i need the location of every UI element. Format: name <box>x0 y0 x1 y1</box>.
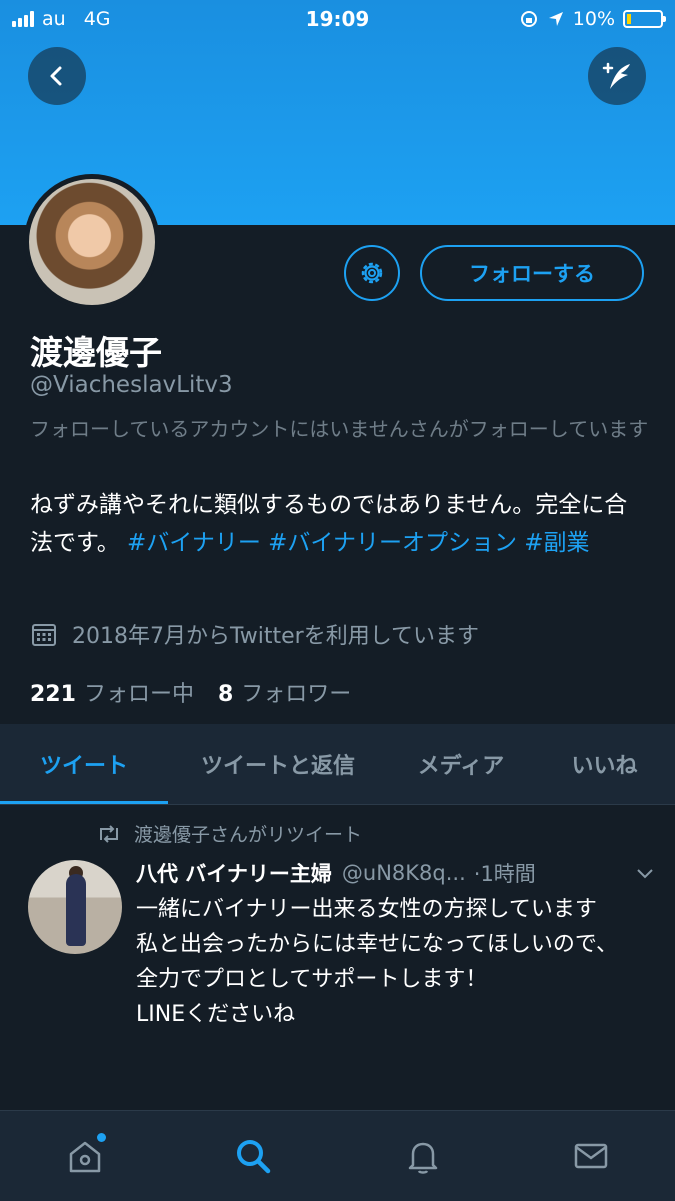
status-bar: au 4G 19:09 10% <box>0 0 675 38</box>
tab-tweets-and-replies[interactable]: ツイートと返信 <box>168 724 388 804</box>
screen-rotation-lock-icon <box>520 11 537 27</box>
following-label: フォロー中 <box>83 682 194 707</box>
mail-icon <box>574 1143 608 1169</box>
follow-button[interactable]: フォローする <box>420 245 644 301</box>
tweet-author-avatar[interactable] <box>28 860 122 954</box>
back-button[interactable] <box>28 47 86 105</box>
nav-messages[interactable] <box>566 1131 616 1181</box>
nav-home[interactable] <box>60 1131 110 1181</box>
followers-stat[interactable]: 8 フォロワー <box>218 676 351 708</box>
active-tab-indicator <box>0 801 168 804</box>
chevron-left-icon <box>50 66 62 86</box>
following-count: 221 <box>30 682 76 707</box>
calendar-icon <box>32 624 56 646</box>
tab-tweets[interactable]: ツイート <box>0 724 168 804</box>
location-arrow-icon <box>548 12 563 26</box>
profile-avatar[interactable] <box>24 174 160 310</box>
battery-percent: 10% <box>572 8 615 30</box>
followers-count: 8 <box>217 682 234 707</box>
tweet-author-name[interactable]: 八代 バイナリー主婦 <box>136 858 332 888</box>
join-date: 2018年7月からTwitterを利用しています <box>30 618 479 650</box>
retweet-icon <box>100 824 118 843</box>
tab-likes[interactable]: いいね <box>534 724 675 804</box>
followers-label: フォロワー <box>241 682 352 707</box>
follow-context: フォローしているアカウントにはいませんさんがフォローしています <box>30 417 649 441</box>
profile-bio: ねずみ講やそれに類似するものではありません。完全に合法です。 #バイナリー #バ… <box>30 486 650 562</box>
bell-icon <box>408 1142 438 1174</box>
compose-feather-icon <box>602 62 630 89</box>
nav-notifications[interactable] <box>398 1131 448 1181</box>
compose-button[interactable] <box>588 47 646 105</box>
tweet-timestamp: ·1時間 <box>473 862 536 886</box>
display-name: 渡邊優子 <box>30 333 162 372</box>
search-icon <box>237 1140 271 1174</box>
battery-icon <box>623 10 666 28</box>
tweet-text: 一緒にバイナリー出来る女性の方探しています 私と出会ったからには幸せになってほし… <box>136 897 619 1027</box>
retweet-context: 渡邊優子さんがリツイート <box>96 820 362 847</box>
home-icon <box>69 1141 101 1173</box>
hashtag-link[interactable]: #副業 <box>524 530 589 556</box>
hashtag-link[interactable]: #バイナリーオプション <box>268 530 517 556</box>
retweet-context-text: 渡邊優子さんがリツイート <box>134 824 363 846</box>
user-handle: @ViacheslavLitv3 <box>30 372 233 398</box>
follow-stats: 221 フォロー中 8 フォロワー <box>30 676 351 708</box>
profile-tabs: ツイート ツイートと返信 メディア いいね <box>0 724 675 805</box>
bottom-navigation <box>0 1110 675 1201</box>
settings-button[interactable] <box>344 245 400 301</box>
tweet-header: 八代 バイナリー主婦 @uN8K8q... ·1時間 <box>136 858 656 888</box>
gear-icon <box>361 262 383 284</box>
tweet-author-handle[interactable]: @uN8K8q... <box>342 861 466 885</box>
tab-media[interactable]: メディア <box>388 724 534 804</box>
nav-search[interactable] <box>228 1131 278 1181</box>
chevron-down-icon[interactable] <box>634 862 656 884</box>
hashtag-link[interactable]: #バイナリー <box>127 530 261 556</box>
join-date-text: 2018年7月からTwitterを利用しています <box>72 624 480 649</box>
notification-dot <box>97 1133 106 1142</box>
following-stat[interactable]: 221 フォロー中 <box>30 676 194 708</box>
